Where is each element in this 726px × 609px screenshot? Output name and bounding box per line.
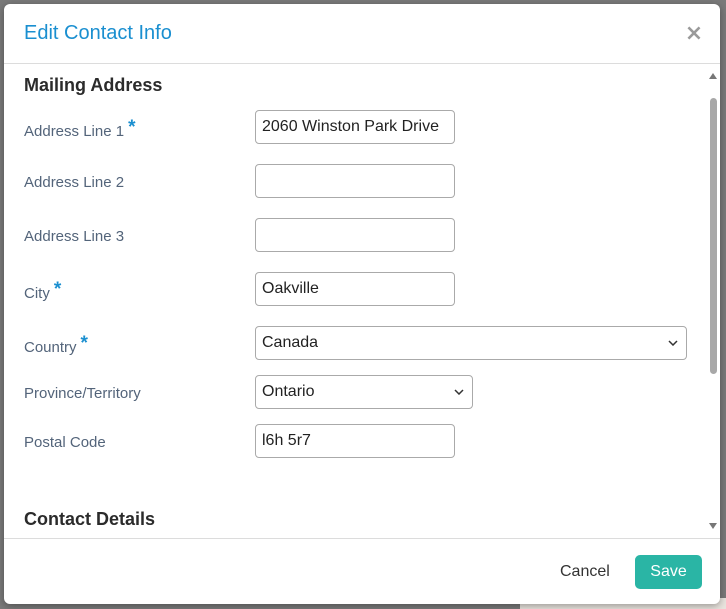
country-select-value: Canada — [262, 334, 319, 351]
cancel-button[interactable]: Cancel — [546, 557, 624, 587]
province-label: Province/Territory — [24, 385, 141, 402]
address-line-1-label: Address Line 1 * — [24, 117, 136, 142]
required-marker: * — [80, 333, 88, 354]
dialog-title: Edit Contact Info — [24, 22, 172, 44]
close-icon[interactable]: × — [682, 22, 706, 46]
dialog-header: Edit Contact Info × — [4, 4, 720, 64]
country-label: Country * — [24, 333, 88, 358]
chevron-down-icon — [668, 340, 678, 346]
address-line-2-label: Address Line 2 — [24, 174, 125, 191]
required-marker: * — [128, 117, 136, 138]
address-line-3-input[interactable] — [255, 218, 455, 252]
postal-code-label: Postal Code — [24, 434, 106, 451]
scroll-down-arrow-icon[interactable] — [708, 522, 718, 530]
scroll-up-arrow-icon[interactable] — [708, 72, 718, 80]
chevron-down-icon — [454, 389, 464, 395]
contact-details-heading: Contact Details — [24, 509, 156, 529]
dialog-body[interactable]: Mailing Address Address Line 1* Address … — [4, 65, 720, 538]
save-button[interactable]: Save — [635, 555, 702, 589]
province-select-value: Ontario — [262, 383, 315, 400]
country-label-text: Country — [24, 339, 77, 356]
edit-contact-dialog: Edit Contact Info × Mailing Address Addr… — [4, 4, 720, 604]
city-label: City * — [24, 279, 62, 304]
dialog-scrollbar[interactable] — [706, 68, 720, 538]
dialog-footer: Cancel Save — [4, 538, 720, 604]
mailing-address-heading: Mailing Address — [24, 75, 163, 95]
required-marker: * — [53, 279, 62, 300]
postal-code-input[interactable] — [255, 424, 455, 458]
city-label-text: City — [24, 285, 50, 302]
address-line-1-input[interactable] — [255, 110, 455, 144]
country-select[interactable]: Canada — [255, 326, 687, 360]
province-select[interactable]: Ontario — [255, 375, 473, 409]
address-line-3-label: Address Line 3 — [24, 228, 125, 245]
scroll-thumb[interactable] — [710, 98, 717, 374]
city-input[interactable] — [255, 272, 455, 306]
address-line-2-input[interactable] — [255, 164, 455, 198]
address-line-1-label-text: Address Line 1 — [24, 123, 125, 140]
